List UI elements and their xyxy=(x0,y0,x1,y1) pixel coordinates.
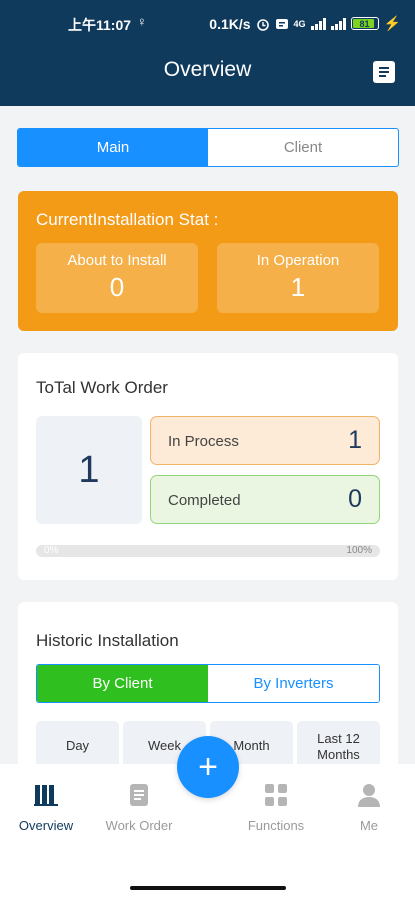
work-order-title: ToTal Work Order xyxy=(36,378,168,397)
completed-value: 0 xyxy=(348,485,362,513)
installation-stat-title: CurrentInstallation Stat : xyxy=(36,210,219,229)
person-icon xyxy=(356,782,382,808)
work-order-progress-bar: 0% 100% xyxy=(36,545,380,557)
tab-by-inverters[interactable]: By Inverters xyxy=(208,665,379,702)
home-indicator[interactable] xyxy=(130,886,286,890)
signal-icon xyxy=(310,17,326,30)
message-icon xyxy=(275,18,288,29)
tab-by-client[interactable]: By Client xyxy=(37,665,208,702)
historic-installation-title: Historic Installation xyxy=(36,631,179,650)
in-process-value: 1 xyxy=(348,426,362,454)
add-button[interactable]: + xyxy=(177,736,239,798)
status-bar: 上午11:07 ♀ 0.1K/s 4G 81 ⚡ xyxy=(0,12,415,36)
tab-me-label: Me xyxy=(359,818,379,833)
in-process-row[interactable]: In Process 1 xyxy=(150,416,380,465)
tab-functions-label: Functions xyxy=(247,818,305,833)
page-title: Overview xyxy=(163,58,252,81)
alarm-icon xyxy=(256,18,269,31)
status-time: 上午11:07 xyxy=(68,17,132,33)
network-type: 4G xyxy=(293,18,306,29)
view-tabs: Main Client xyxy=(17,128,399,167)
tab-overview[interactable]: Overview xyxy=(4,782,88,833)
tab-functions[interactable]: Functions xyxy=(234,782,318,833)
progress-end-label: 100% xyxy=(346,545,372,556)
installation-stat-card: CurrentInstallation Stat : About to Inst… xyxy=(18,191,398,331)
tab-overview-label: Overview xyxy=(18,818,74,833)
net-speed: 0.1K/s xyxy=(209,15,251,32)
in-process-label: In Process xyxy=(168,433,239,450)
work-order-card: ToTal Work Order 1 In Process 1 Complete… xyxy=(18,353,398,580)
tab-work-order[interactable]: Work Order xyxy=(97,782,181,833)
battery-level: 81 xyxy=(359,18,370,29)
app-header: 上午11:07 ♀ 0.1K/s 4G 81 ⚡ Overview xyxy=(0,0,415,106)
signal-icon-2 xyxy=(330,17,346,30)
completed-label: Completed xyxy=(168,492,241,509)
progress-start-label: 0% xyxy=(44,545,59,556)
tab-me[interactable]: Me xyxy=(327,782,411,833)
tab-client[interactable]: Client xyxy=(208,129,398,166)
work-order-total[interactable]: 1 xyxy=(36,416,142,524)
in-operation-box[interactable]: In Operation 1 xyxy=(217,243,379,313)
status-indicators: 0.1K/s 4G 81 ⚡ xyxy=(209,15,401,32)
about-to-install-value: 0 xyxy=(109,272,125,302)
overview-icon xyxy=(33,782,59,808)
location-icon: ♀ xyxy=(137,14,147,29)
about-to-install-label: About to Install xyxy=(67,252,167,269)
about-to-install-box[interactable]: About to Install 0 xyxy=(36,243,198,313)
completed-row[interactable]: Completed 0 xyxy=(150,475,380,524)
tab-main[interactable]: Main xyxy=(18,129,208,166)
tab-work-order-label: Work Order xyxy=(105,818,173,833)
document-icon-button[interactable] xyxy=(373,61,395,83)
in-operation-label: In Operation xyxy=(256,252,340,269)
work-order-icon xyxy=(126,782,152,808)
charging-icon: ⚡ xyxy=(383,15,401,31)
functions-grid-icon xyxy=(263,782,289,808)
in-operation-value: 1 xyxy=(290,272,306,302)
battery-icon: 81 xyxy=(350,17,379,30)
historic-tabs: By Client By Inverters xyxy=(36,664,380,703)
